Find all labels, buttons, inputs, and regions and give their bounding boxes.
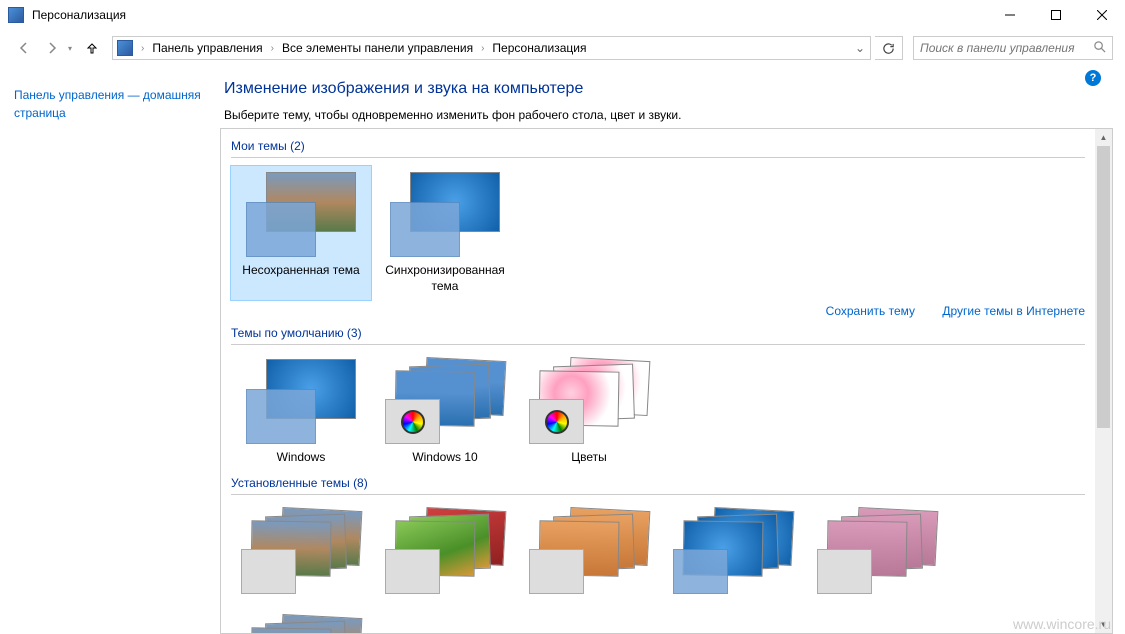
minimize-button[interactable]	[987, 0, 1033, 30]
location-icon	[117, 40, 133, 56]
theme-windows[interactable]: Windows	[231, 353, 371, 472]
breadcrumb-item[interactable]: Панель управления	[148, 41, 266, 55]
theme-preview	[390, 172, 500, 257]
section-installed-themes: Установленные темы (8)	[231, 472, 1085, 495]
content-body: ? Панель управления — домашняя страница …	[0, 66, 1125, 634]
scrollbar[interactable]: ▲ ▼	[1095, 129, 1112, 633]
theme-label: Windows	[277, 450, 326, 466]
palette-icon	[401, 410, 425, 434]
section-my-themes: Мои темы (2)	[231, 135, 1085, 158]
theme-preview	[529, 509, 649, 594]
theme-label: Синхронизированная тема	[379, 263, 511, 294]
theme-unsaved[interactable]: Несохраненная тема	[231, 166, 371, 300]
up-button[interactable]	[80, 36, 104, 60]
sidebar: Панель управления — домашняя страница	[0, 66, 220, 634]
scroll-up-icon[interactable]: ▲	[1095, 129, 1112, 146]
help-icon[interactable]: ?	[1085, 70, 1101, 86]
themes-scroll-area[interactable]: Мои темы (2) Несохраненная тема Синхрони…	[221, 129, 1095, 633]
theme-preview	[241, 509, 361, 594]
theme-preview	[241, 616, 361, 633]
theme-preview	[385, 509, 505, 594]
theme-preview	[385, 359, 505, 444]
theme-action-links: Сохранить тему Другие темы в Интернете	[231, 300, 1085, 322]
theme-preview	[246, 172, 356, 257]
theme-windows-10[interactable]: Windows 10	[375, 353, 515, 472]
search-input[interactable]	[920, 41, 1093, 55]
theme-preview	[246, 359, 356, 444]
history-dropdown-icon[interactable]: ▾	[68, 44, 72, 53]
theme-preview	[817, 509, 937, 594]
theme-installed[interactable]	[231, 610, 371, 633]
control-panel-home-link[interactable]: Панель управления — домашняя страница	[14, 86, 206, 122]
window-title: Персонализация	[32, 8, 987, 22]
forward-button[interactable]	[40, 36, 64, 60]
my-themes-row: Несохраненная тема Синхронизированная те…	[231, 166, 1085, 300]
theme-synced[interactable]: Синхронизированная тема	[375, 166, 515, 300]
theme-label: Windows 10	[412, 450, 477, 466]
theme-installed[interactable]	[519, 503, 659, 606]
themes-panel: Мои темы (2) Несохраненная тема Синхрони…	[220, 128, 1113, 634]
search-box[interactable]	[913, 36, 1113, 60]
navigation-bar: ▾ › Панель управления › Все элементы пан…	[0, 30, 1125, 66]
chevron-right-icon: ›	[267, 43, 278, 54]
page-heading: Изменение изображения и звука на компьют…	[220, 80, 1125, 98]
address-bar[interactable]: › Панель управления › Все элементы панел…	[112, 36, 871, 60]
title-bar: Персонализация	[0, 0, 1125, 30]
chevron-right-icon: ›	[477, 43, 488, 54]
theme-preview	[673, 509, 793, 594]
theme-label: Цветы	[571, 450, 607, 466]
theme-installed[interactable]	[663, 503, 803, 606]
save-theme-link[interactable]: Сохранить тему	[826, 304, 915, 318]
watermark: www.wincore.ru	[1013, 616, 1111, 632]
theme-preview	[529, 359, 649, 444]
close-button[interactable]	[1079, 0, 1125, 30]
address-dropdown-icon[interactable]: ⌄	[850, 41, 870, 55]
breadcrumb-item[interactable]: Персонализация	[488, 41, 590, 55]
window-controls	[987, 0, 1125, 30]
theme-installed[interactable]	[807, 503, 947, 606]
app-icon	[8, 7, 24, 23]
refresh-button[interactable]	[875, 36, 903, 60]
theme-label: Несохраненная тема	[242, 263, 359, 279]
default-themes-row: Windows Windows 10 Ц	[231, 353, 1085, 472]
main-panel: Изменение изображения и звука на компьют…	[220, 66, 1125, 634]
scroll-thumb[interactable]	[1097, 146, 1110, 428]
palette-icon	[545, 410, 569, 434]
search-icon[interactable]	[1093, 40, 1106, 56]
chevron-right-icon: ›	[137, 43, 148, 54]
maximize-button[interactable]	[1033, 0, 1079, 30]
theme-installed[interactable]	[375, 503, 515, 606]
theme-installed[interactable]	[231, 503, 371, 606]
breadcrumb-item[interactable]: Все элементы панели управления	[278, 41, 477, 55]
installed-themes-row	[231, 503, 1085, 633]
back-button[interactable]	[12, 36, 36, 60]
scroll-track[interactable]	[1095, 146, 1112, 616]
section-default-themes: Темы по умолчанию (3)	[231, 322, 1085, 345]
more-themes-online-link[interactable]: Другие темы в Интернете	[942, 304, 1085, 318]
page-description: Выберите тему, чтобы одновременно измени…	[220, 108, 1125, 122]
theme-flowers[interactable]: Цветы	[519, 353, 659, 472]
